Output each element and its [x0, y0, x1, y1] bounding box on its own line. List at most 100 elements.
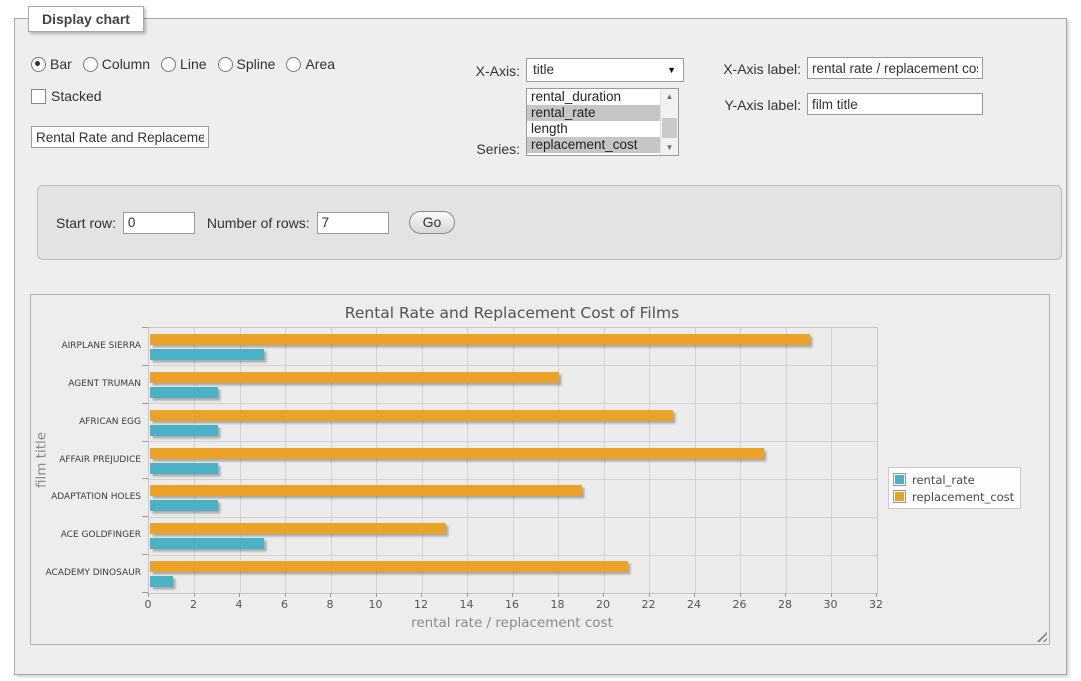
radio-icon — [83, 57, 98, 72]
scroll-up-icon[interactable]: ▲ — [661, 89, 678, 104]
num-rows-input[interactable] — [317, 212, 389, 234]
scroll-down-icon[interactable]: ▼ — [661, 140, 678, 155]
chart-type-radio-area[interactable]: Area — [286, 56, 335, 72]
gridline-horizontal — [149, 555, 877, 556]
x-tick-label: 6 — [263, 598, 307, 611]
gridline-vertical — [467, 328, 468, 593]
bar-rental_rate — [150, 463, 218, 474]
y-tick-mark — [142, 516, 148, 517]
legend-item: rental_rate — [893, 471, 1014, 488]
x-tick-mark — [512, 593, 513, 597]
gridline-vertical — [194, 328, 195, 593]
legend-label: rental_rate — [912, 473, 975, 487]
y-tick-mark — [142, 441, 148, 442]
series-option-rental-rate[interactable]: rental_rate — [527, 105, 661, 121]
y-tick-mark — [142, 327, 148, 328]
chart-type-radio-bar[interactable]: Bar — [31, 56, 72, 72]
num-rows-label: Number of rows: — [207, 215, 310, 231]
x-tick-label: 30 — [809, 598, 853, 611]
x-tick-label: 26 — [718, 598, 762, 611]
radio-label: Spline — [237, 56, 276, 72]
x-tick-label: 2 — [172, 598, 216, 611]
start-row-input[interactable] — [123, 212, 195, 234]
radio-label: Bar — [50, 56, 72, 72]
chart-area: Rental Rate and Replacement Cost of Film… — [31, 295, 1049, 644]
gridline-horizontal — [149, 403, 877, 404]
x-tick-label: 10 — [354, 598, 398, 611]
x-tick-mark — [421, 593, 422, 597]
category-label: ACADEMY DINOSAUR — [31, 568, 141, 578]
y-axis-label-label: Y-Axis label: — [701, 97, 801, 113]
x-axis-label-input[interactable] — [807, 57, 983, 79]
y-axis-label-input[interactable] — [807, 93, 983, 115]
radio-label: Area — [305, 56, 335, 72]
gridline-horizontal — [149, 517, 877, 518]
x-tick-label: 18 — [536, 598, 580, 611]
bar-replacement_cost — [150, 561, 628, 572]
category-label: AFRICAN EGG — [31, 417, 141, 427]
chart-container: Rental Rate and Replacement Cost of Film… — [30, 294, 1050, 645]
chart-type-radio-column[interactable]: Column — [83, 56, 150, 72]
series-multiselect[interactable]: rental_duration rental_rate length repla… — [526, 88, 679, 156]
display-chart-panel: Display chart Bar Column Line Spline Are… — [14, 18, 1067, 675]
gridline-vertical — [831, 328, 832, 593]
legend-label: replacement_cost — [912, 490, 1014, 504]
chart-title-input[interactable] — [31, 126, 209, 148]
go-button[interactable]: Go — [409, 211, 456, 234]
gridline-horizontal — [149, 441, 877, 442]
panel-legend-title: Display chart — [28, 6, 144, 32]
scrollbar-thumb[interactable] — [662, 118, 677, 138]
x-tick-label: 24 — [672, 598, 716, 611]
bar-replacement_cost — [150, 372, 559, 383]
y-tick-mark — [142, 554, 148, 555]
bar-rental_rate — [150, 349, 264, 360]
row-controls-panel: Start row: Number of rows: Go — [37, 185, 1062, 260]
x-tick-label: 14 — [445, 598, 489, 611]
chart-type-radio-group: Bar Column Line Spline Area — [31, 56, 335, 72]
bar-replacement_cost — [150, 485, 582, 496]
x-tick-label: 20 — [581, 598, 625, 611]
series-option-length[interactable]: length — [527, 121, 661, 137]
bar-rental_rate — [150, 425, 218, 436]
start-row-label: Start row: — [56, 215, 116, 231]
x-tick-label: 0 — [126, 598, 170, 611]
x-axis-select-label: X-Axis: — [415, 63, 520, 79]
x-axis-selected-value: title — [533, 62, 554, 77]
x-axis-label-label: X-Axis label: — [701, 61, 801, 77]
series-option-replacement-cost[interactable]: replacement_cost — [527, 137, 661, 153]
category-label: AIRPLANE SIERRA — [31, 341, 141, 351]
series-scrollbar[interactable]: ▲ ▼ — [660, 89, 678, 155]
stacked-checkbox-row[interactable]: Stacked — [31, 88, 102, 104]
radio-label: Line — [180, 56, 206, 72]
x-tick-label: 32 — [854, 598, 898, 611]
bar-replacement_cost — [150, 523, 446, 534]
radio-icon — [161, 57, 176, 72]
chart-type-radio-line[interactable]: Line — [161, 56, 206, 72]
chart-title: Rental Rate and Replacement Cost of Film… — [31, 304, 993, 322]
category-label: AGENT TRUMAN — [31, 379, 141, 389]
y-tick-mark — [142, 365, 148, 366]
bar-rental_rate — [150, 500, 218, 511]
chart-type-radio-spline[interactable]: Spline — [218, 56, 276, 72]
x-axis-select[interactable]: title ▼ — [526, 58, 684, 82]
category-label: ACE GOLDFINGER — [31, 530, 141, 540]
legend-swatch-icon — [893, 473, 906, 486]
series-option-rental-duration[interactable]: rental_duration — [527, 89, 661, 105]
category-label: AFFAIR PREJUDICE — [31, 455, 141, 465]
gridline-vertical — [649, 328, 650, 593]
x-tick-mark — [194, 593, 195, 597]
chevron-down-icon: ▼ — [667, 65, 676, 75]
x-tick-mark — [694, 593, 695, 597]
x-tick-mark — [239, 593, 240, 597]
x-tick-mark — [831, 593, 832, 597]
gridline-horizontal — [149, 365, 877, 366]
plot-area — [148, 327, 878, 594]
gridline-vertical — [331, 328, 332, 593]
gridline-vertical — [695, 328, 696, 593]
legend-swatch-icon — [893, 490, 906, 503]
bar-rental_rate — [150, 538, 264, 549]
resize-handle-icon[interactable] — [1036, 631, 1047, 642]
x-tick-mark — [603, 593, 604, 597]
x-tick-label: 4 — [217, 598, 261, 611]
x-tick-mark — [376, 593, 377, 597]
